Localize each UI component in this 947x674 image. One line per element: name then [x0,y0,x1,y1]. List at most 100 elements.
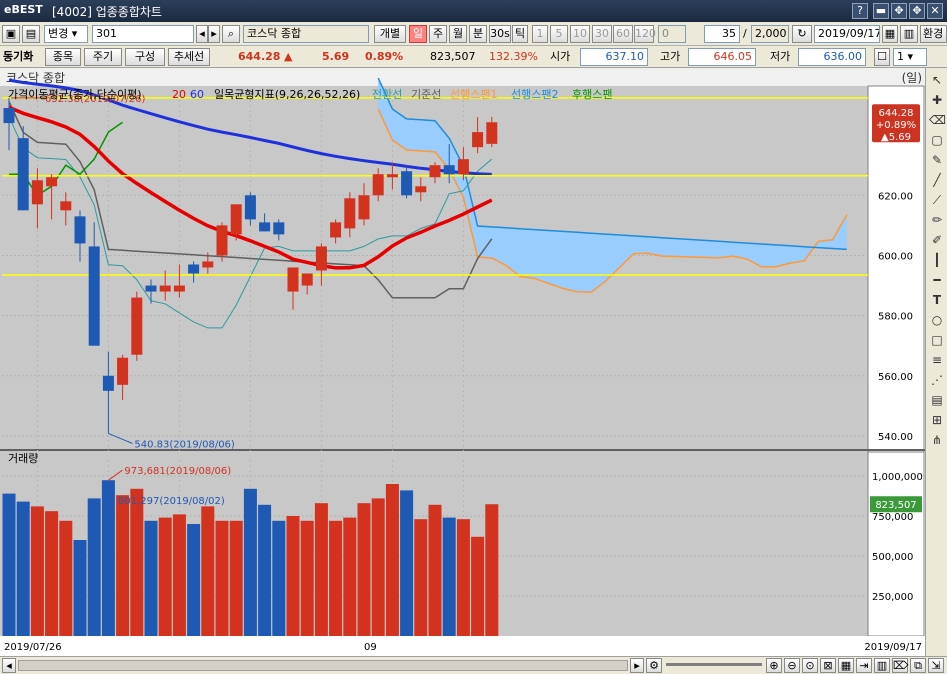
period-week-button[interactable]: 주 [429,25,447,43]
interval-5-button[interactable]: 5 [550,25,568,43]
grid-icon[interactable]: ▦ [838,658,854,673]
cycle-icon[interactable]: ⋔ [929,432,945,448]
marker-icon[interactable]: ✐ [929,232,945,248]
window-title: [4002] 업종종합차트 [52,5,162,19]
scroll-end-icon[interactable]: ⇥ [856,658,872,673]
candle-body [230,204,242,235]
period-month-button[interactable]: 월 [449,25,467,43]
maximize-button[interactable]: ✥ [909,3,925,19]
fit-icon[interactable]: ⊠ [820,658,836,673]
print-icon[interactable]: ▥ [900,25,918,43]
candle-body [486,122,498,144]
ray-icon[interactable]: ⟋ [929,192,945,208]
settings-icon[interactable]: ⚙ [646,658,662,673]
volume-bar [158,517,172,636]
drawing-toolbar: ↖ ✚ ⌫ ▢ ✎ ╱ ⟋ ✏ ✐ ┃ ━ T ○ □ ≡ ⋰ ▤ ⊞ ⋔ [925,68,947,660]
fibonacci-icon[interactable]: ≡ [929,352,945,368]
candle-body [372,174,384,196]
zoom-in-icon[interactable]: ⊕ [766,658,782,673]
interval-10-button[interactable]: 10 [570,25,590,43]
x-axis-start: 2019/07/26 [4,642,62,653]
rectangle-icon[interactable]: □ [929,332,945,348]
count-separator: / [743,27,747,40]
spin-dropdown[interactable]: 1 ▾ [893,48,927,66]
date-input[interactable]: 2019/09/17 [814,25,880,43]
highlighter-icon[interactable]: ✏ [929,212,945,228]
main-toolbar: ▣ ▤ 변경 ▾ 301 ◂ ▸ ⌕ 코스닥 종합 개별 일 주 월 분 30s… [0,22,947,46]
interval-60-button[interactable]: 60 [613,25,633,43]
zoom-slider[interactable] [666,663,762,666]
move-button[interactable]: ✥ [891,3,907,19]
period-day-button[interactable]: 일 [409,25,427,43]
circle-icon[interactable]: ○ [929,312,945,328]
code-value: 301 [96,27,117,40]
ma60-legend: 60 [190,88,204,101]
info-toolbar: 동기화 종목 주기 구성 추세선 644.28 ▲ 5.69 0.89% 823… [0,46,947,68]
volume-bar [385,484,399,636]
period-tick-button[interactable]: 틱 [512,25,528,43]
mode-dropdown[interactable]: 변경 ▾ [44,25,88,43]
horizontal-line-icon[interactable]: ━ [929,272,945,288]
zoom-reset-icon[interactable]: ⊙ [802,658,818,673]
erase-all-icon[interactable]: ⌦ [892,658,909,673]
interval-30-button[interactable]: 30 [592,25,612,43]
scroll-left-icon[interactable]: ◂ [2,658,16,673]
candle-body [401,171,413,196]
zoom-out-icon[interactable]: ⊖ [784,658,800,673]
vertical-line-icon[interactable]: ┃ [929,252,945,268]
channel-icon[interactable]: ▤ [929,392,945,408]
fan-icon[interactable]: ⋰ [929,372,945,388]
volume-tick-label: 500,000 [872,552,913,563]
prev-arrow-icon[interactable]: ◂ [196,25,208,43]
interval-120-button[interactable]: 120 [634,25,656,43]
next-arrow-icon[interactable]: ▸ [208,25,220,43]
low-value-field: 636.00 [798,48,866,66]
volume-bar [30,506,44,636]
cursor-icon[interactable]: ↖ [929,72,945,88]
price-tick-label: 580.00 [878,312,913,323]
individual-button[interactable]: 개별 [374,25,406,43]
help-button[interactable]: ? [852,3,868,19]
chart-svg[interactable]: 코스닥 종합 (일)620.00600.00580.00560.00540.001… [0,68,925,656]
period-minute-button[interactable]: 분 [469,25,487,43]
env-button[interactable]: 환경 [920,25,947,43]
volume-bar [414,519,428,636]
volume-annotation-other: 801,297(2019/08/02) [118,496,225,507]
period-30s-button[interactable]: 30s [489,25,511,43]
current-price-badge-line: 644.28 [879,108,914,119]
close-button[interactable]: ✕ [927,3,943,19]
tab-trendline[interactable]: 추세선 [168,48,210,66]
candle-body [386,174,398,178]
refresh-icon[interactable]: ↻ [792,25,812,43]
checkbox-icon[interactable]: ☐ [874,48,890,66]
chart-type-icon[interactable]: ▥ [874,658,890,673]
tab-symbol[interactable]: 종목 [45,48,81,66]
export-icon[interactable]: ⇲ [928,658,944,673]
eraser-icon[interactable]: ⌫ [929,112,946,128]
crosshair-icon[interactable]: ✚ [929,92,945,108]
save-icon[interactable]: ▤ [22,25,40,43]
tab-compose[interactable]: 구성 [125,48,165,66]
count-input[interactable]: 35 [704,25,740,43]
select-icon[interactable]: ▢ [929,132,945,148]
sync-label[interactable]: 동기화 [3,48,33,66]
code-input[interactable]: 301 [92,25,194,43]
copy-icon[interactable]: ⧉ [910,658,926,673]
zero-value: 0 [662,27,669,40]
layout-icon[interactable]: ▣ [2,25,20,43]
minimize-button[interactable]: ▬ [873,3,889,19]
text-icon[interactable]: T [929,292,945,308]
trendline-icon[interactable]: ╱ [929,172,945,188]
zero-spinner[interactable]: 0 [658,25,686,43]
tab-period[interactable]: 주기 [84,48,122,66]
calendar-icon[interactable]: ▦ [882,25,898,43]
gann-icon[interactable]: ⊞ [929,412,945,428]
horizontal-scrollbar[interactable] [18,660,628,671]
interval-1-button[interactable]: 1 [532,25,548,43]
search-icon[interactable]: ⌕ [222,25,240,43]
scroll-right-icon[interactable]: ▸ [630,658,644,673]
candle-body [315,246,327,271]
app-logo: eBEST [4,3,43,16]
pen-icon[interactable]: ✎ [929,152,945,168]
chart-area[interactable]: 코스닥 종합 (일) 620.00 600.00 580.00 560.00 540.00 1… [0,68,947,674]
